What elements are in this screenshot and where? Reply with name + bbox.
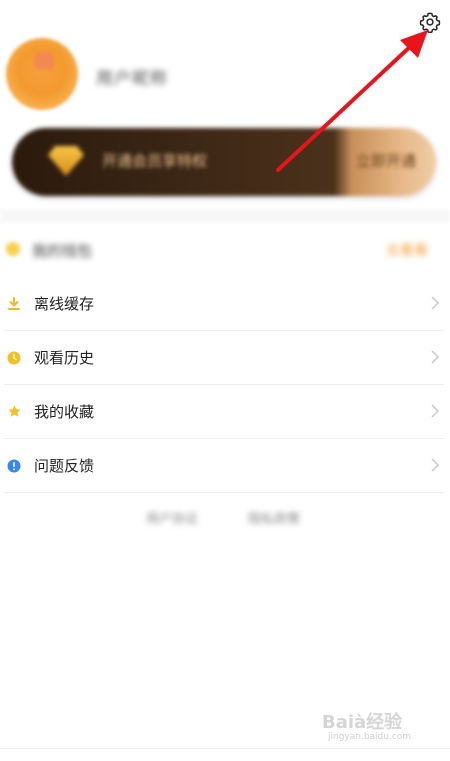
vip-banner[interactable]: 开通会员享特权 立即开通 xyxy=(12,128,436,196)
footer-links: 用户协议 隐私政策 xyxy=(0,506,450,530)
coin-icon xyxy=(6,242,20,256)
menu-item-watch-history[interactable]: 观看历史 xyxy=(4,331,444,385)
menu-item-feedback[interactable]: 问题反馈 xyxy=(4,439,444,493)
download-icon xyxy=(6,296,22,312)
clock-icon xyxy=(6,350,22,366)
wallet-link[interactable]: 去看看 xyxy=(386,240,428,260)
section-divider xyxy=(0,210,450,222)
chevron-right-icon xyxy=(431,350,440,364)
menu-list: 离线缓存 观看历史 我的收藏 问题反馈 xyxy=(0,277,450,493)
wallet-label: 我的钱包 xyxy=(32,242,93,260)
menu-item-label: 观看历史 xyxy=(34,349,95,367)
watermark-url: jingyan.baidu.com xyxy=(328,732,412,742)
settings-button[interactable] xyxy=(416,8,444,36)
privacy-policy-link[interactable]: 隐私政策 xyxy=(248,508,300,527)
chevron-right-icon xyxy=(431,458,440,472)
bottom-tab-bar xyxy=(0,748,450,761)
menu-item-label: 我的收藏 xyxy=(34,403,95,421)
menu-item-offline-cache[interactable]: 离线缓存 xyxy=(4,277,444,331)
menu-item-label: 离线缓存 xyxy=(34,295,95,313)
vip-promo-text: 开通会员享特权 xyxy=(102,152,208,170)
diamond-icon xyxy=(48,146,84,176)
watermark: Baià经验 jingyan.baidu.com xyxy=(322,708,422,748)
chevron-right-icon xyxy=(431,404,440,418)
menu-item-label: 问题反馈 xyxy=(34,457,95,475)
info-icon xyxy=(6,458,22,474)
user-agreement-link[interactable]: 用户协议 xyxy=(146,508,198,527)
gear-icon xyxy=(419,12,441,33)
menu-item-favorites[interactable]: 我的收藏 xyxy=(4,385,444,439)
wallet-row[interactable]: 我的钱包 去看看 xyxy=(0,226,450,276)
avatar[interactable] xyxy=(6,38,78,110)
watermark-brand: Baià经验 xyxy=(322,712,403,733)
chevron-right-icon xyxy=(431,296,440,310)
profile-header[interactable]: 用户昵称 xyxy=(0,38,450,118)
vip-open-button[interactable]: 立即开通 xyxy=(356,150,416,171)
username: 用户昵称 xyxy=(96,69,168,89)
avatar-glyph xyxy=(34,52,54,70)
top-bar xyxy=(0,0,450,38)
star-icon xyxy=(6,404,22,420)
